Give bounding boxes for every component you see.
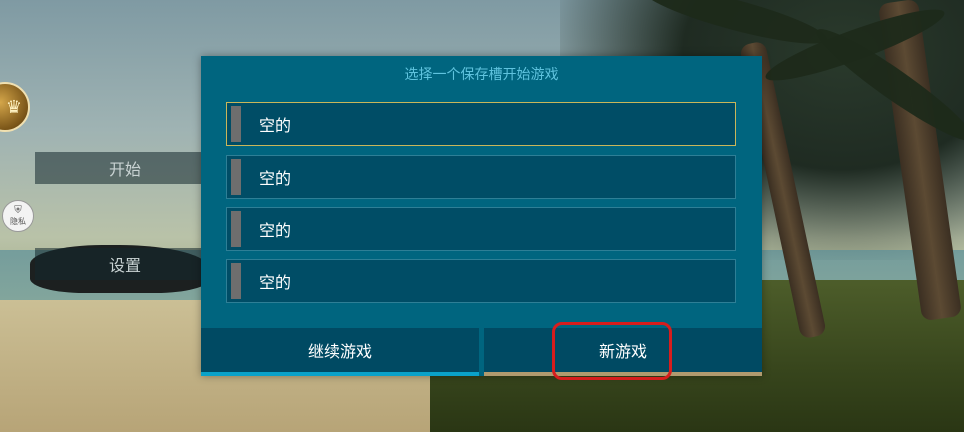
slot-label: 空的 (259, 116, 292, 135)
dialog-title: 选择一个保存槽开始游戏 (404, 67, 559, 83)
save-slot-dialog: 选择一个保存槽开始游戏 空的 空的 空的 空的 继续游戏 新游戏 (201, 56, 762, 376)
settings-button[interactable]: 设置 (35, 248, 215, 280)
slot-handle (231, 106, 241, 142)
slot-handle (231, 211, 241, 247)
treasure-icon: ♛ (5, 96, 23, 118)
continue-game-button[interactable]: 继续游戏 (201, 328, 479, 376)
privacy-label: 隐私 (10, 217, 26, 226)
slot-handle (231, 159, 241, 195)
save-slot-2[interactable]: 空的 (226, 155, 736, 199)
save-slot-3[interactable]: 空的 (226, 207, 736, 251)
game-scene: ♛ ⛨ 隐私 开始 设置 选择一个保存槽开始游戏 空的 空的 空的 空的 继续游… (0, 0, 964, 432)
slot-label: 空的 (259, 273, 292, 292)
save-slot-4[interactable]: 空的 (226, 259, 736, 303)
new-game-button[interactable]: 新游戏 (484, 328, 762, 376)
slot-handle (231, 263, 241, 299)
slot-label: 空的 (259, 221, 292, 240)
save-slot-1[interactable]: 空的 (226, 102, 736, 146)
slot-label: 空的 (259, 169, 292, 188)
privacy-shield-icon[interactable]: ⛨ 隐私 (2, 200, 34, 232)
start-button[interactable]: 开始 (35, 152, 215, 184)
profile-avatar[interactable]: ♛ (0, 82, 30, 132)
